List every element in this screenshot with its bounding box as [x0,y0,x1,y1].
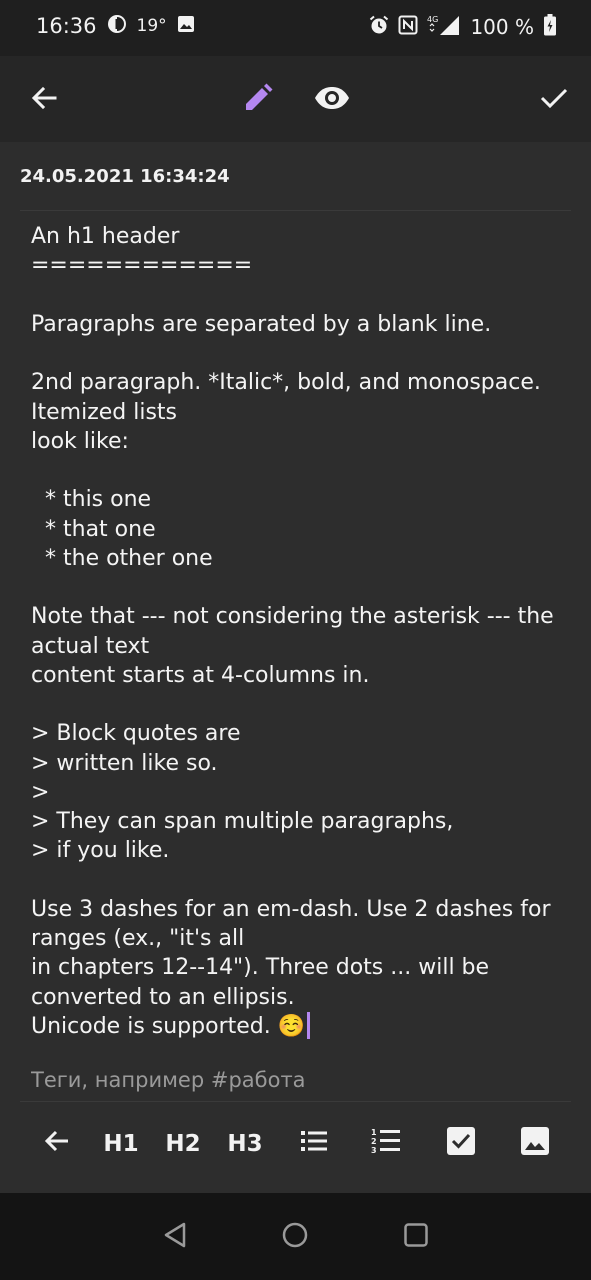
checklist-button[interactable] [444,1124,478,1164]
svg-text:1: 1 [371,1128,377,1137]
edit-mode-button[interactable] [236,78,280,122]
status-temperature: 19° [136,16,167,36]
back-triangle-icon [162,1221,188,1253]
nfc-icon [398,15,418,39]
arrow-left-icon [30,84,58,116]
numbered-list-button[interactable]: 123 [368,1124,404,1164]
preview-mode-button[interactable] [310,78,354,122]
status-time: 16:36 [36,14,97,38]
check-icon [539,86,569,114]
back-button[interactable] [22,78,66,122]
svg-text:2: 2 [371,1137,377,1146]
nav-back-button[interactable] [159,1221,191,1253]
data-saver-icon [107,14,127,38]
image-icon [520,1126,550,1162]
battery-percentage: 100 % [470,15,534,39]
app-bar [0,56,591,142]
status-right: 4G 100 % [369,14,557,40]
status-bar: 16:36 19° 4G 100 % [0,0,591,56]
format-toolbar: H1 H2 H3 123 [0,1110,591,1180]
svg-text:4G: 4G [427,15,438,24]
divider [20,210,571,211]
save-button[interactable] [532,78,576,122]
system-nav-bar [0,1193,591,1280]
alarm-icon [369,15,389,39]
battery-charging-icon [543,14,557,40]
nav-home-button[interactable] [279,1221,311,1253]
eye-icon [314,86,350,114]
bullet-list-icon [299,1128,329,1160]
text-cursor [307,1011,311,1039]
format-undo-button[interactable] [40,1124,74,1164]
heading3-button[interactable]: H3 [224,1124,266,1164]
pencil-icon [243,83,273,117]
arrow-left-icon [44,1129,70,1159]
heading2-button[interactable]: H2 [162,1124,204,1164]
recents-square-icon [403,1222,429,1252]
insert-image-button[interactable] [518,1124,552,1164]
tags-input[interactable] [31,1064,561,1096]
svg-text:3: 3 [371,1146,377,1155]
status-left: 16:36 19° [36,14,195,38]
note-body-text[interactable]: An h1 header ============ Paragraphs are… [31,224,561,1039]
numbered-list-icon: 123 [370,1126,402,1162]
nav-recents-button[interactable] [400,1221,432,1253]
divider [20,1101,571,1102]
heading1-button[interactable]: H1 [100,1124,142,1164]
note-body-editor[interactable]: An h1 header ============ Paragraphs are… [31,222,561,1041]
signal-4g-icon: 4G [427,14,461,40]
home-circle-icon [281,1221,309,1253]
note-date: 24.05.2021 16:34:24 [20,166,230,187]
bullet-list-button[interactable] [297,1124,331,1164]
gallery-notification-icon [177,15,195,37]
checkbox-icon [446,1126,476,1162]
